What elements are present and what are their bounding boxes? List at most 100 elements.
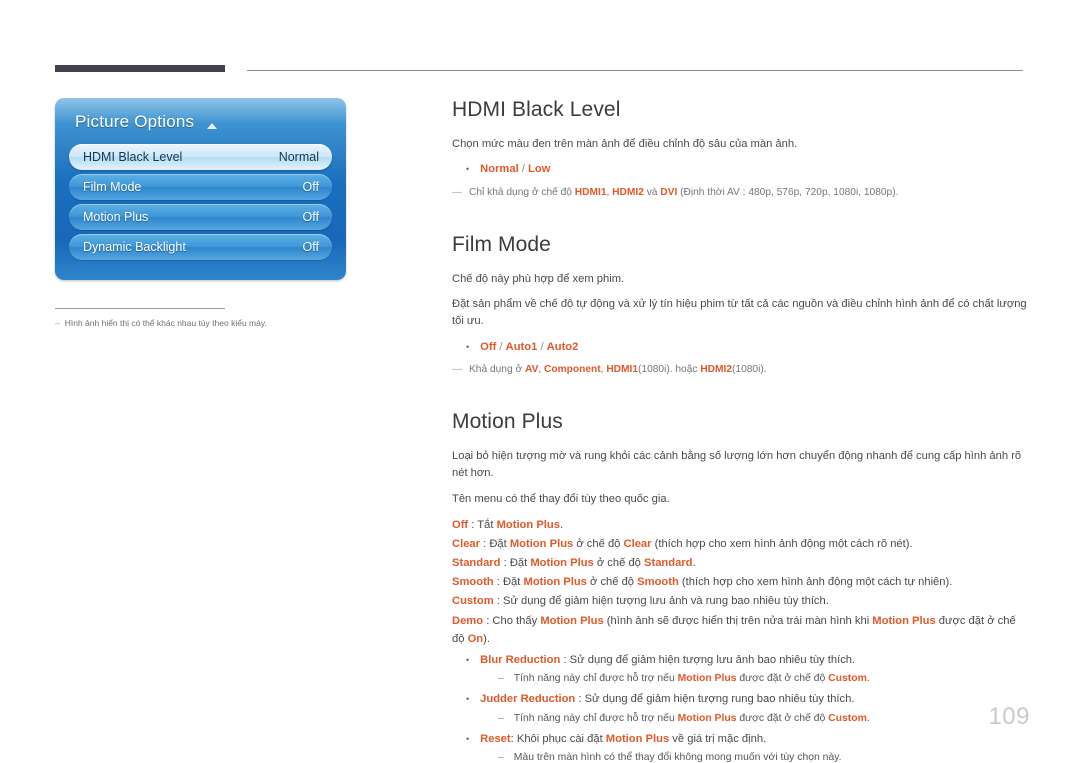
note-prefix: Tính năng này chỉ được hỗ trợ nếu [513, 673, 678, 685]
option-name: Demo [452, 614, 484, 627]
term-motion-plus: Motion Plus [523, 576, 587, 589]
bullet-icon: • [466, 654, 470, 665]
film-mode-note: ― Khả dụng ở AV, Component, HDMI1(1080i)… [452, 362, 1027, 378]
note-middle: (1080i). hoặc [638, 363, 701, 375]
hdmi-black-level-description: Chọn mức màu đen trên màn ảnh để điều ch… [452, 138, 798, 150]
option-text-mid: (hình ảnh sẽ được hiển thị trên nửa trái… [603, 614, 873, 627]
motion-plus-option-off: Off : Tắt Motion Plus. [452, 516, 1027, 534]
left-note-text: Hình ảnh hiển thị có thể khác nhau tùy t… [64, 318, 267, 328]
left-column: Picture Options HDMI Black Level Normal … [55, 98, 355, 330]
note-prefix: Chỉ khả dụng ở chế độ [469, 186, 575, 198]
option-list: Off / Auto1 / Auto2 [480, 339, 578, 356]
motion-plus-option-standard: Standard : Đặt Motion Plus ở chế độ Stan… [452, 554, 1027, 572]
sub-item-text: Reset: Khôi phục cài đặt Motion Plus về … [480, 731, 766, 748]
note-suffix: (Định thời AV : 480p, 576p, 720p, 1080i,… [677, 186, 899, 198]
option-text: Đặt [509, 557, 531, 570]
sub-note-blur-reduction: – Tính năng này chỉ được hỗ trợ nếu Moti… [498, 671, 1027, 687]
term-component: Component [544, 363, 601, 375]
sub-item-description: Khôi phục cài đặt [516, 732, 606, 745]
film-mode-description-2: Đặt sản phẩm về chế độ tự động và xử lý … [452, 297, 1027, 328]
option-separator: / [496, 340, 506, 353]
bullet-icon: • [466, 341, 470, 352]
term-hdmi1: HDMI1 [606, 363, 639, 375]
osd-row-film-mode[interactable]: Film Mode Off [69, 174, 332, 200]
osd-row-label: HDMI Black Level [83, 150, 183, 164]
note-suffix: . [866, 673, 870, 685]
option-text-mid: ở chế độ [586, 576, 638, 589]
term-motion-plus: Motion Plus [509, 538, 574, 550]
osd-row-label: Motion Plus [83, 210, 149, 224]
sub-item-judder-reduction: • Judder Reduction : Sử dụng để giảm hiệ… [466, 691, 1027, 708]
term-motion-plus: Motion Plus [496, 518, 560, 531]
sub-note-text: Tính năng này chỉ được hỗ trợ nếu Motion… [514, 711, 870, 727]
option-text: Tắt [477, 518, 497, 531]
term-mode: Clear [623, 538, 652, 550]
bullet-icon: • [466, 164, 470, 175]
sub-item-name: Reset [480, 732, 511, 745]
motion-plus-option-demo: Demo : Cho thấy Motion Plus (hình ảnh sẽ… [452, 612, 1027, 648]
manual-page: Picture Options HDMI Black Level Normal … [0, 0, 1080, 763]
option-name: Clear [452, 538, 480, 550]
sub-item-blur-reduction: • Blur Reduction : Sử dụng để giảm hiện … [466, 652, 1027, 669]
sub-item-name: Judder Reduction [480, 693, 576, 706]
option-text-mid: ở chế độ [593, 557, 645, 570]
term-motion-plus: Motion Plus [677, 712, 737, 724]
term-hdmi2: HDMI2 [612, 186, 644, 198]
sub-note-text: Màu trên màn hình có thể thay đổi không … [513, 752, 842, 763]
term-av: AV [524, 363, 539, 375]
osd-row-value: Off [302, 180, 319, 194]
page-number: 109 [988, 703, 1030, 730]
term-hdmi1: HDMI1 [574, 186, 607, 198]
sub-item-name: Blur Reduction [480, 653, 561, 666]
conjunction: và [643, 186, 661, 198]
option-separator: / [518, 163, 529, 176]
term-motion-plus: Motion Plus [540, 614, 604, 627]
section-heading-film-mode: Film Mode [452, 232, 551, 256]
separator: : [500, 557, 510, 570]
section-heading-hdmi-black-level: HDMI Black Level [452, 98, 621, 121]
term-motion-plus: Motion Plus [677, 673, 737, 685]
option-text-end: . [692, 557, 696, 570]
option-text-end: ). [483, 632, 490, 645]
osd-row-value: Off [302, 240, 319, 254]
option-auto2: Auto2 [546, 340, 579, 353]
osd-panel-title: Picture Options [75, 112, 195, 131]
option-name: Off [452, 518, 469, 531]
sub-item-reset: • Reset: Khôi phục cài đặt Motion Plus v… [466, 731, 1027, 748]
sub-note-judder-reduction: – Tính năng này chỉ được hỗ trợ nếu Moti… [498, 711, 1027, 727]
section-heading-motion-plus: Motion Plus [452, 409, 563, 433]
left-note: – Hình ảnh hiển thị có thể khác nhau tùy… [55, 318, 355, 330]
term-mode: Standard [644, 557, 693, 570]
osd-row-dynamic-backlight[interactable]: Dynamic Backlight Off [69, 234, 332, 260]
term-hdmi2: HDMI2 [700, 363, 733, 375]
dash-icon: – [498, 752, 504, 763]
osd-picture-options-panel: Picture Options HDMI Black Level Normal … [55, 98, 346, 280]
film-mode-options: • Off / Auto1 / Auto2 [466, 339, 1027, 356]
note-middle: được đặt ở chế độ [736, 673, 829, 685]
option-text-end: (thích hợp cho xem hình ảnh động một các… [678, 576, 953, 589]
separator: : [493, 576, 503, 589]
sub-item-text: Judder Reduction : Sử dụng để giảm hiện … [480, 691, 854, 708]
osd-row-motion-plus[interactable]: Motion Plus Off [69, 204, 332, 230]
term-mode: Smooth [637, 576, 679, 589]
sub-note-text: Tính năng này chỉ được hỗ trợ nếu Motion… [514, 671, 870, 687]
header-accent-bar [55, 65, 225, 72]
sub-item-description: Sử dụng để giảm hiện tượng rung bao nhiê… [584, 693, 855, 706]
motion-plus-option-custom: Custom : Sử dụng để giảm hiện tượng lưu … [452, 592, 1027, 610]
option-text-mid: ở chế độ [573, 538, 624, 550]
chevron-up-icon[interactable] [207, 123, 218, 129]
osd-row-hdmi-black-level[interactable]: HDMI Black Level Normal [69, 144, 332, 170]
osd-row-label: Dynamic Backlight [83, 240, 186, 254]
option-text: Cho thấy [492, 614, 541, 627]
term-motion-plus: Motion Plus [605, 732, 670, 745]
motion-plus-description-1: Loại bỏ hiện tượng mờ và rung khỏi các c… [452, 449, 1022, 480]
note-mark-icon: ― [452, 363, 462, 375]
separator: : [560, 653, 570, 666]
note-middle: được đặt ở chế độ [736, 712, 829, 724]
sub-note-reset-color: – Màu trên màn hình có thể thay đổi khôn… [498, 750, 1027, 763]
osd-row-value: Normal [278, 150, 319, 164]
option-name: Custom [452, 595, 494, 608]
note-dash-mark: – [55, 318, 60, 328]
option-name: Smooth [452, 576, 494, 589]
